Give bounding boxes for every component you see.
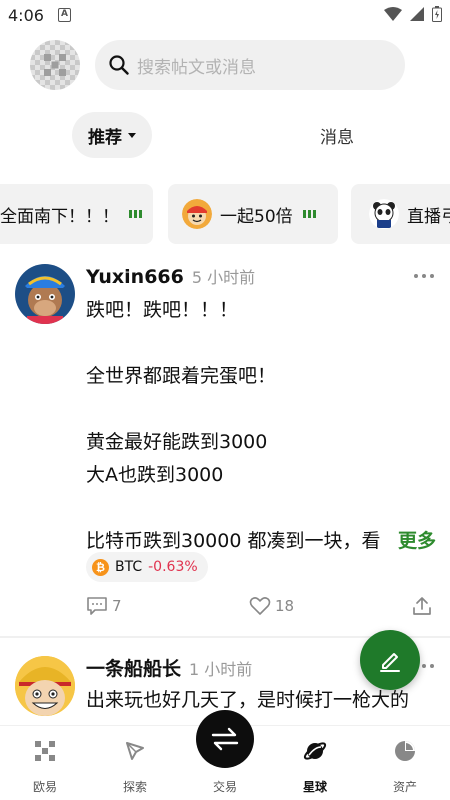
- search-placeholder: 搜索帖文或消息: [137, 57, 256, 78]
- comment-button[interactable]: 7: [86, 596, 122, 616]
- post-line-text: 比特币跌到30000 都凑到一块，看: [86, 530, 381, 552]
- avatar: [182, 199, 212, 229]
- post-content[interactable]: 跌吧！跌吧！！！ 全世界都跟着完蛋吧！ 黄金最好能跌到3000 大A也跌到300…: [86, 294, 436, 558]
- status-icons: [384, 6, 442, 22]
- read-more-link[interactable]: 更多: [379, 525, 436, 558]
- avatar[interactable]: [15, 264, 75, 324]
- swap-arrows-icon: [211, 727, 239, 751]
- profile-avatar[interactable]: [30, 40, 80, 90]
- tab-recommended-label: 推荐: [88, 127, 122, 148]
- pencil-icon: [380, 653, 400, 672]
- nav-label: 资产: [392, 780, 417, 794]
- nav-item-assets[interactable]: 资产: [365, 738, 445, 795]
- trade-button[interactable]: [196, 710, 254, 768]
- signal-icon: [410, 7, 424, 21]
- status-bar: 4:06 A: [0, 0, 450, 32]
- bottom-nav: 欧易 探索 交易 星球 资产: [0, 710, 450, 800]
- okx-logo-icon: [35, 738, 55, 764]
- post-line: 全世界都跟着完蛋吧！: [86, 365, 277, 387]
- chevron-down-icon: [128, 132, 136, 138]
- post-author-name: 一条船船长: [86, 658, 182, 680]
- planet-icon: [303, 738, 327, 764]
- pie-chart-icon: [394, 738, 416, 764]
- feed-tabs: 推荐 消息: [0, 112, 450, 158]
- avatar: [369, 199, 399, 229]
- topic-chip-label: 一起50倍: [220, 206, 293, 227]
- post-line: [86, 393, 436, 426]
- topic-chip[interactable]: 直播弓: [351, 184, 450, 244]
- post-author[interactable]: Yuxin666 5 小时前: [86, 264, 255, 288]
- search-bar[interactable]: 搜索帖文或消息: [95, 40, 405, 90]
- tab-messages-label: 消息: [320, 127, 354, 148]
- nav-item-okx[interactable]: 欧易: [5, 738, 85, 795]
- like-count: 18: [275, 597, 295, 615]
- bitcoin-icon: ₿: [92, 558, 109, 576]
- comment-count: 7: [112, 597, 122, 615]
- nav-label: 探索: [122, 780, 147, 794]
- comment-icon: [87, 597, 107, 615]
- share-button[interactable]: [412, 596, 432, 616]
- post-line: [86, 327, 436, 360]
- tab-messages[interactable]: 消息: [290, 112, 384, 158]
- post-author[interactable]: 一条船船长 1 小时前: [86, 654, 252, 681]
- post-line: 大A也跌到3000: [86, 464, 224, 486]
- nav-item-explore[interactable]: 探索: [95, 738, 175, 795]
- topic-chip[interactable]: 一起50倍: [168, 184, 338, 244]
- coin-symbol: BTC: [115, 559, 143, 575]
- compose-button[interactable]: [360, 630, 420, 690]
- more-options-icon[interactable]: [414, 274, 434, 278]
- post-line: 跌吧！跌吧！！！: [86, 299, 239, 321]
- share-icon: [413, 597, 431, 615]
- nav-label: 交易: [212, 780, 237, 794]
- nav-item-planet[interactable]: 星球: [275, 738, 355, 795]
- tab-recommended[interactable]: 推荐: [72, 112, 152, 158]
- notification-icon: A: [58, 8, 71, 22]
- post-time: 1 小时前: [189, 660, 253, 679]
- topic-chip-label: 全面南下！！！: [0, 206, 119, 227]
- nav-label: 星球: [302, 780, 327, 794]
- coin-tag[interactable]: ₿ BTC -0.63%: [86, 552, 208, 582]
- like-button[interactable]: 18: [249, 596, 294, 616]
- status-time: 4:06: [8, 6, 44, 25]
- compass-icon: [124, 738, 146, 764]
- post-author-name: Yuxin666: [86, 266, 184, 288]
- coin-change: -0.63%: [148, 559, 198, 575]
- battery-icon: [432, 6, 442, 22]
- live-bars-icon: [302, 210, 316, 218]
- search-icon: [109, 55, 129, 75]
- wifi-icon: [384, 7, 402, 21]
- heart-icon: [249, 597, 271, 615]
- okx-logo-icon: [44, 54, 66, 76]
- post-time: 5 小时前: [191, 268, 256, 287]
- topic-chip[interactable]: 全面南下！！！: [0, 184, 153, 244]
- nav-label: 欧易: [32, 780, 57, 794]
- post-line: [86, 492, 436, 525]
- topic-chip-label: 直播弓: [407, 206, 450, 227]
- post-line: 黄金最好能跌到3000: [86, 431, 268, 453]
- live-bars-icon: [129, 210, 142, 218]
- avatar[interactable]: [15, 656, 75, 716]
- post-actions: 7 18: [0, 596, 450, 622]
- header: 搜索帖文或消息: [0, 40, 450, 92]
- topic-carousel: 全面南下！！！ 一起50倍 直播弓: [0, 184, 450, 244]
